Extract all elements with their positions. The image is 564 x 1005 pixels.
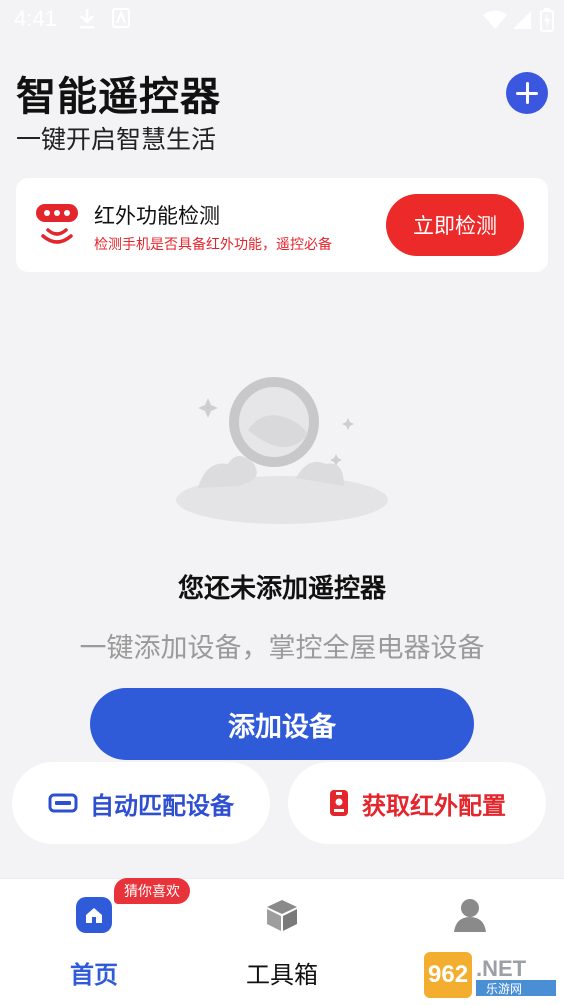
notification-icon — [112, 8, 130, 32]
svg-text:962: 962 — [428, 961, 468, 988]
empty-state-illustration — [168, 368, 396, 528]
empty-state-title: 您还未添加遥控器 — [177, 574, 386, 604]
nav-label-home: 首页 — [70, 961, 118, 989]
download-icon — [78, 8, 96, 34]
profile-icon — [452, 897, 488, 933]
battery-icon — [540, 8, 554, 36]
ir-config-button[interactable]: 获取红外配置 — [288, 762, 546, 844]
remote-control-icon — [330, 790, 348, 816]
wifi-icon — [482, 10, 508, 34]
svg-text:乐游网: 乐游网 — [486, 982, 522, 996]
watermark-logo: 962 .NET 乐游网 — [424, 952, 558, 998]
status-time: 4:41 — [14, 6, 57, 31]
svg-text:.NET: .NET — [476, 956, 527, 981]
nav-label-toolbox: 工具箱 — [246, 961, 318, 989]
ir-config-label: 获取红外配置 — [362, 791, 506, 820]
auto-match-label: 自动匹配设备 — [90, 791, 234, 820]
add-device-button[interactable]: 添加设备 — [90, 688, 474, 760]
page-subtitle: 一键开启智慧生活 — [16, 125, 217, 154]
ir-card-title: 红外功能检测 — [94, 204, 220, 228]
infrared-remote-icon — [34, 200, 80, 250]
ir-check-card[interactable]: 红外功能检测 检测手机是否具备红外功能，遥控必备 立即检测 — [16, 178, 548, 272]
signal-icon — [512, 10, 532, 34]
nav-item-toolbox[interactable]: 工具箱 — [188, 879, 376, 1005]
guess-you-like-badge: 猜你喜欢 — [114, 878, 190, 904]
ir-card-description: 检测手机是否具备红外功能，遥控必备 — [94, 237, 332, 253]
status-bar: 4:41 — [0, 0, 564, 40]
add-remote-button[interactable] — [506, 72, 548, 114]
toolbox-icon — [264, 897, 300, 933]
empty-state-description: 一键添加设备，掌控全屋电器设备 — [79, 633, 485, 664]
page-title: 智能遥控器 — [16, 74, 221, 120]
check-now-button[interactable]: 立即检测 — [386, 194, 524, 256]
home-icon — [76, 897, 112, 933]
auto-match-button[interactable]: 自动匹配设备 — [12, 762, 270, 844]
device-match-icon — [48, 793, 78, 813]
